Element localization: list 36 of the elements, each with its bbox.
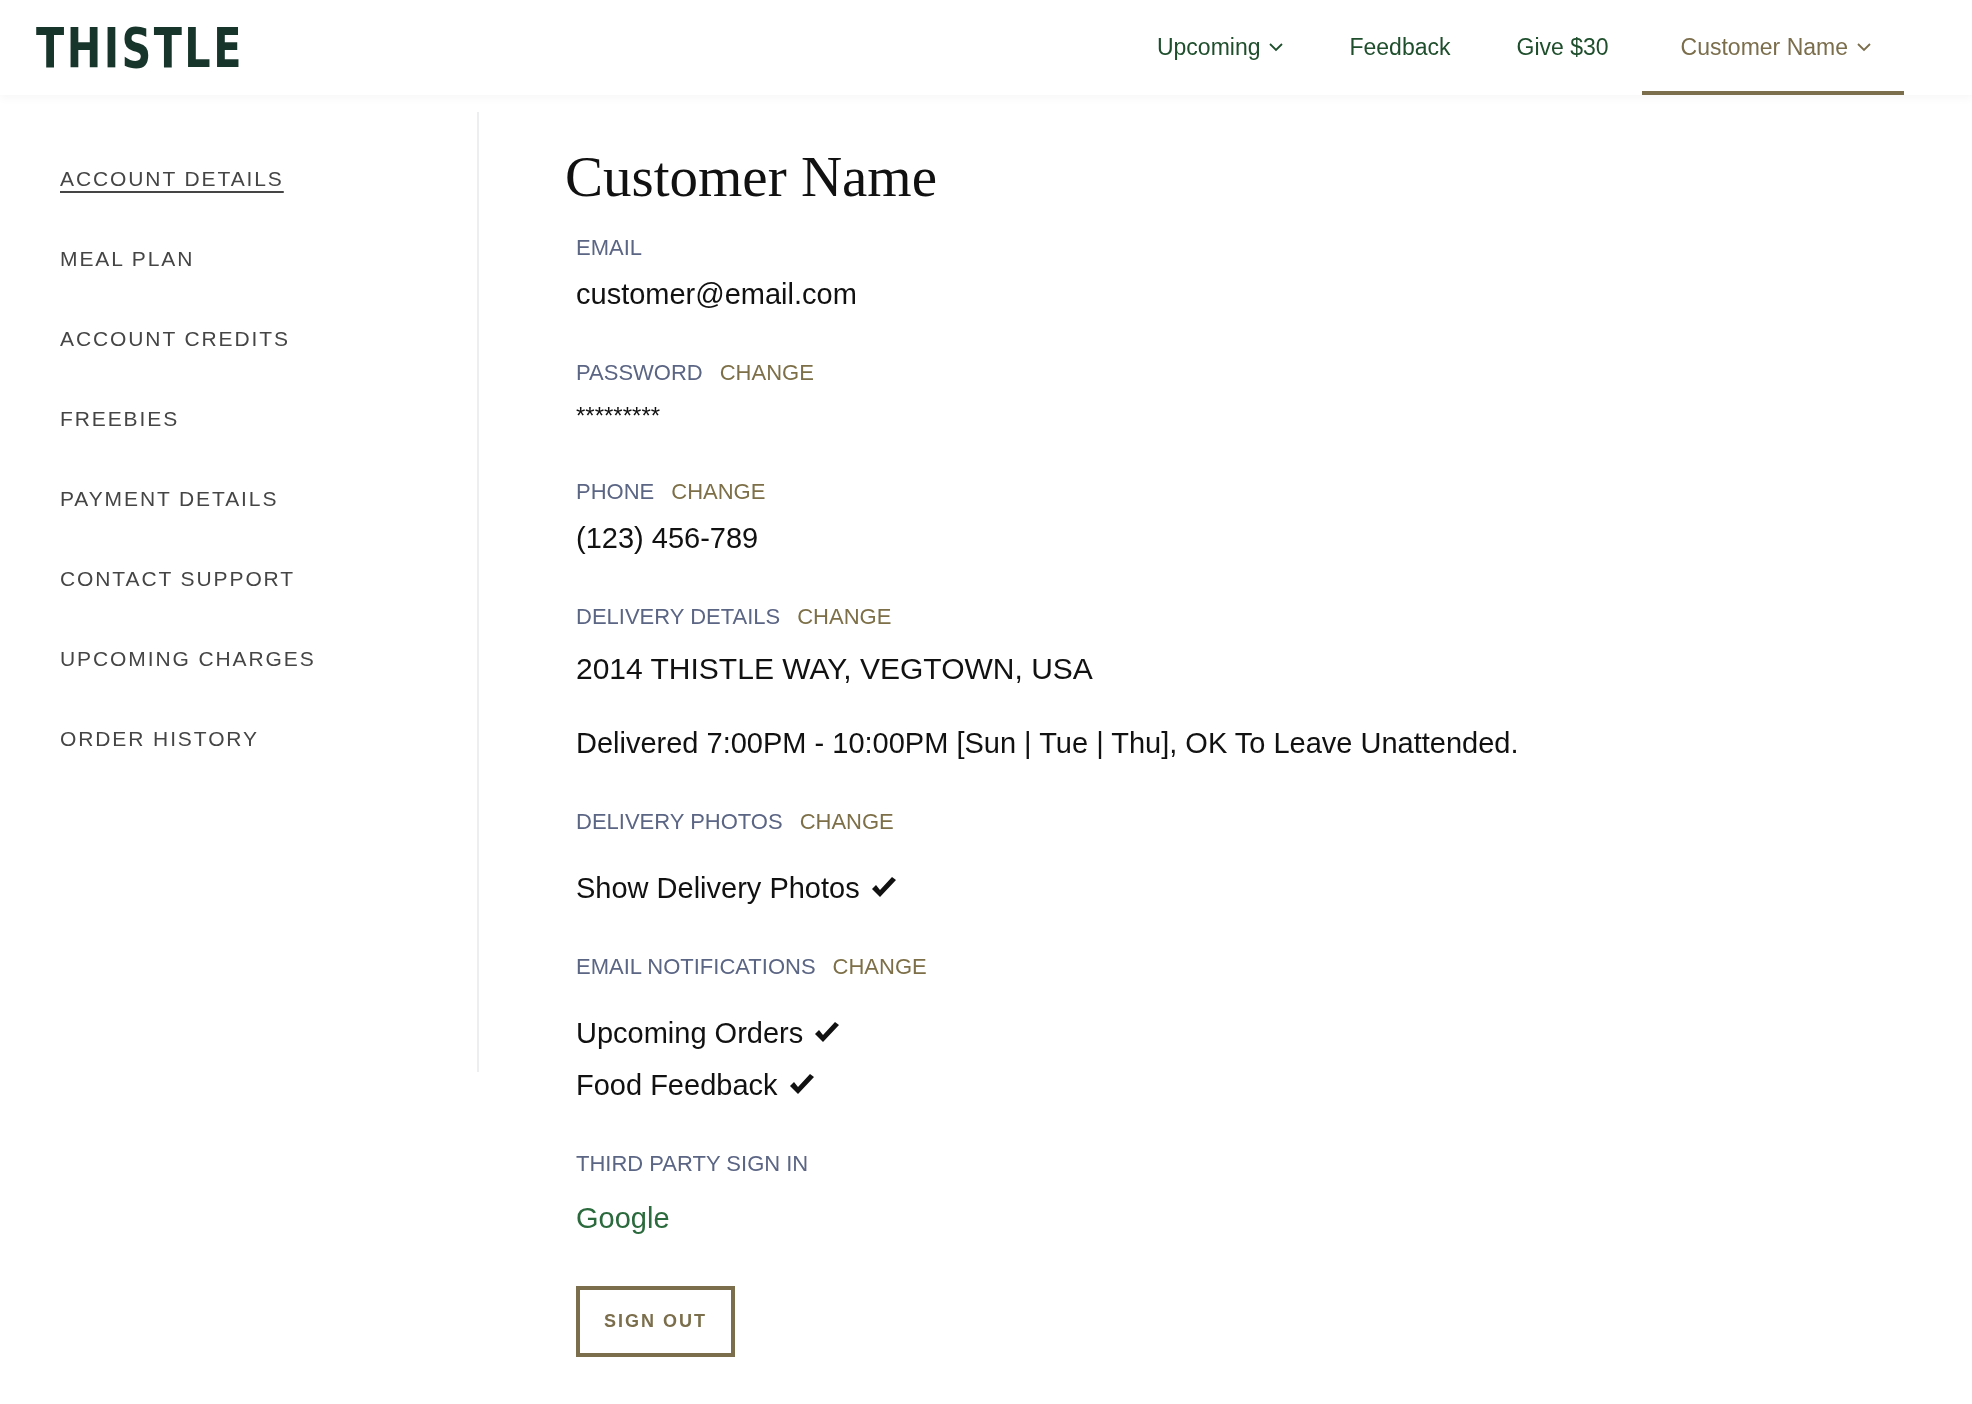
nav-link[interactable]: Customer Name	[1641, 0, 1904, 95]
sidebar-item[interactable]: PAYMENT DETAILS	[60, 484, 279, 514]
change-link[interactable]: CHANGE	[832, 953, 927, 981]
change-link[interactable]: CHANGE	[719, 359, 814, 387]
change-link[interactable]: CHANGE	[797, 603, 892, 631]
sidebar-item[interactable]: ACCOUNT DETAILS	[60, 164, 284, 194]
sidebar-item[interactable]: MEAL PLAN	[60, 244, 195, 274]
field-label: PASSWORD	[576, 359, 703, 387]
sign-in-provider-link[interactable]: Google	[576, 1200, 670, 1236]
sign-out-button[interactable]: SIGN OUT	[576, 1286, 735, 1357]
sidebar-item[interactable]: CONTACT SUPPORT	[60, 564, 296, 594]
sidebar-item[interactable]: ACCOUNT CREDITS	[60, 324, 290, 354]
field-label: EMAIL NOTIFICATIONS	[576, 953, 816, 981]
notification-option: Show Delivery Photos	[576, 870, 860, 906]
field-label: THIRD PARTY SIGN IN	[576, 1150, 809, 1178]
field-label: DELIVERY PHOTOS	[576, 808, 783, 836]
sidebar-item[interactable]: UPCOMING CHARGES	[60, 644, 316, 674]
page-heading: Customer Name	[565, 144, 938, 210]
field-value: customer@email.com	[576, 277, 857, 312]
nav-link[interactable]: Feedback	[1316, 0, 1484, 95]
field-label: DELIVERY DETAILS	[576, 603, 781, 631]
change-link[interactable]: CHANGE	[799, 808, 894, 836]
nav-link[interactable]: Upcoming	[1123, 0, 1317, 95]
field-label: PHONE	[576, 478, 655, 506]
field-value: (123) 456-789	[576, 521, 759, 556]
notification-option: Upcoming Orders	[576, 1015, 804, 1051]
notification-option: Food Feedback	[576, 1067, 778, 1103]
sidebar-item[interactable]: ORDER HISTORY	[60, 724, 259, 754]
sidebar-item[interactable]: FREEBIES	[60, 404, 180, 434]
field-label: EMAIL	[576, 234, 643, 262]
change-link[interactable]: CHANGE	[671, 478, 766, 506]
delivery-note: Delivered 7:00PM - 10:00PM [Sun | Tue | Thu], OK To Leave Unattended.	[576, 726, 1519, 761]
delivery-address: 2014 THISTLE WAY, VEGTOWN, USA	[576, 651, 1093, 687]
logo[interactable]: THISTLE	[36, 15, 244, 80]
nav-link[interactable]: Give $30	[1483, 0, 1642, 95]
masked-password: *********	[576, 401, 661, 431]
